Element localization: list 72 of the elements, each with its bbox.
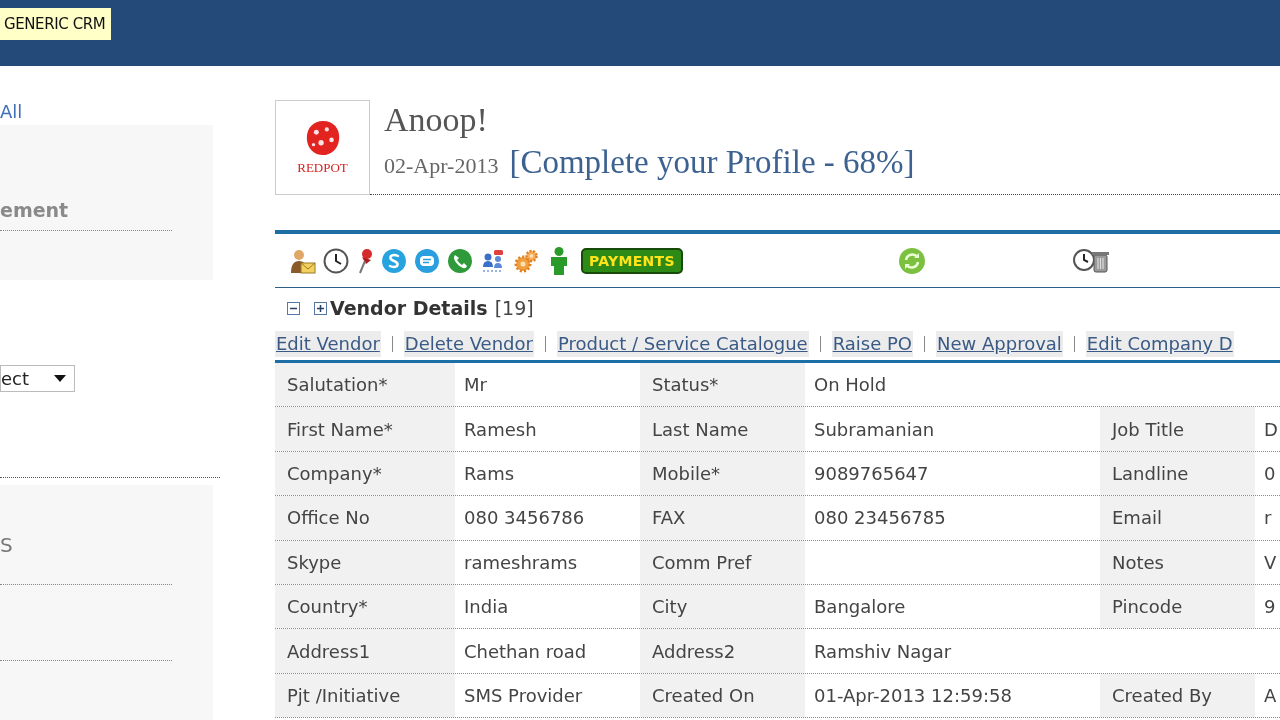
field-label: Salutation*: [275, 363, 455, 407]
panel-heading: ement: [0, 198, 69, 222]
field-value: A: [1264, 684, 1277, 706]
field-value: D: [1264, 418, 1278, 440]
field-value: On Hold: [814, 374, 887, 396]
action-link[interactable]: Edit Vendor: [275, 331, 381, 357]
action-link[interactable]: Product / Service Catalogue: [556, 331, 809, 357]
field-label: Mobile*: [640, 451, 805, 496]
panel-heading: S: [0, 533, 13, 557]
field-label: Comm Pref: [640, 540, 805, 584]
brand-label: GENERIC CRM: [0, 8, 112, 40]
field-value: India: [464, 596, 509, 618]
chat-bubble-icon[interactable]: [414, 247, 440, 274]
person-envelope-icon[interactable]: [290, 247, 316, 274]
swirl-circle-icon[interactable]: [381, 247, 407, 274]
people-chat-icon[interactable]: [480, 247, 506, 274]
gears-icon[interactable]: [513, 247, 539, 274]
field-label: Country*: [275, 584, 455, 629]
field-value: 0: [1264, 462, 1276, 484]
payments-button[interactable]: PAYMENTS: [581, 247, 683, 274]
caret-icon: [54, 375, 66, 382]
action-link[interactable]: Raise PO: [831, 331, 913, 357]
field-value: r: [1264, 507, 1272, 529]
field-label: Pincode: [1100, 584, 1255, 629]
field-value: Rams: [464, 462, 515, 484]
field-label: FAX: [640, 496, 805, 540]
field-value: V: [1264, 551, 1277, 573]
field-label: First Name*: [275, 407, 455, 451]
field-value: 9: [1264, 596, 1276, 618]
field-label: City: [640, 584, 805, 629]
expand-icon[interactable]: [314, 301, 327, 315]
field-label: Job Title: [1100, 407, 1255, 451]
all-link[interactable]: All: [0, 102, 23, 122]
field-label: Created On: [640, 673, 805, 718]
field-label: Notes: [1100, 540, 1255, 584]
field-value: Ramesh: [464, 418, 537, 440]
field-value: Ramshiv Nagar: [814, 640, 952, 662]
select-field[interactable]: ect: [0, 365, 75, 392]
field-value: SMS Provider: [464, 684, 583, 706]
phone-icon[interactable]: [447, 247, 473, 274]
field-label: Email: [1100, 496, 1255, 540]
field-value: Bangalore: [814, 596, 906, 618]
field-label: Last Name: [640, 407, 805, 451]
field-label: Created By: [1100, 673, 1255, 718]
date-text: 02-Apr-2013: [384, 153, 499, 179]
record-count: [19]: [494, 297, 534, 319]
field-value: Subramanian: [814, 418, 935, 440]
field-value: 080 3456786: [464, 507, 585, 529]
action-link[interactable]: Edit Company D: [1085, 331, 1234, 357]
field-label: Address2: [640, 629, 805, 673]
field-value: 080 23456785: [814, 507, 946, 529]
pushpin-icon[interactable]: [356, 247, 374, 274]
field-label: Office No: [275, 496, 455, 540]
field-value: rameshrams: [464, 551, 578, 573]
action-link[interactable]: New Approval: [936, 331, 1063, 357]
logo-text: REDPOT: [297, 160, 348, 175]
field-value: Mr: [464, 374, 487, 396]
field-value: Chethan road: [464, 640, 587, 662]
field-label: Pjt /Initiative: [275, 673, 455, 718]
greeting-text: Anoop!: [384, 101, 488, 139]
field-label: Company*: [275, 451, 455, 496]
field-value: 9089765647: [814, 462, 929, 484]
field-label: Address1: [275, 629, 455, 673]
action-link[interactable]: Delete Vendor: [403, 331, 534, 357]
field-value: 01-Apr-2013 12:59:58: [814, 684, 1012, 706]
complete-profile-link[interactable]: [Complete your Profile - 68%]: [509, 143, 915, 181]
field-label: Skype: [275, 540, 455, 584]
field-label: Landline: [1100, 451, 1255, 496]
collapse-icon[interactable]: [287, 301, 300, 315]
section-title: Vendor Details: [330, 297, 488, 319]
clock-icon[interactable]: [323, 247, 349, 274]
field-label: Status*: [640, 363, 805, 407]
